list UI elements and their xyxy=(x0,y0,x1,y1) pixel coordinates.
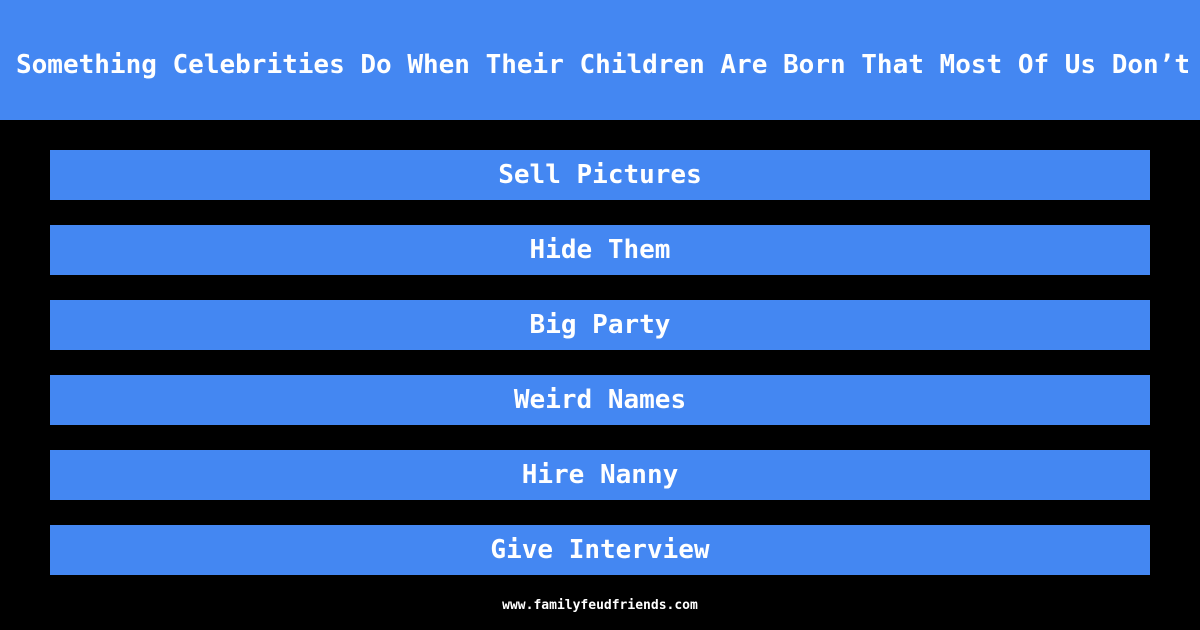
answer-bar-5: Hire Nanny xyxy=(50,450,1150,500)
answer-bar-6: Give Interview xyxy=(50,525,1150,575)
question-title: Something Celebrities Do When Their Chil… xyxy=(16,50,1190,80)
answer-label: Weird Names xyxy=(513,385,687,415)
answer-label: Sell Pictures xyxy=(498,160,702,190)
answer-bar-1: Sell Pictures xyxy=(50,150,1150,200)
answer-label: Big Party xyxy=(529,310,671,340)
question-header: Something Celebrities Do When Their Chil… xyxy=(0,0,1200,120)
answer-label: Give Interview xyxy=(490,535,710,565)
footer-url: www.familyfeudfriends.com xyxy=(502,598,698,613)
answer-bar-3: Big Party xyxy=(50,300,1150,350)
answer-label: Hire Nanny xyxy=(521,460,679,490)
answer-bar-4: Weird Names xyxy=(50,375,1150,425)
answer-label: Hide Them xyxy=(529,235,671,265)
answer-bar-2: Hide Them xyxy=(50,225,1150,275)
